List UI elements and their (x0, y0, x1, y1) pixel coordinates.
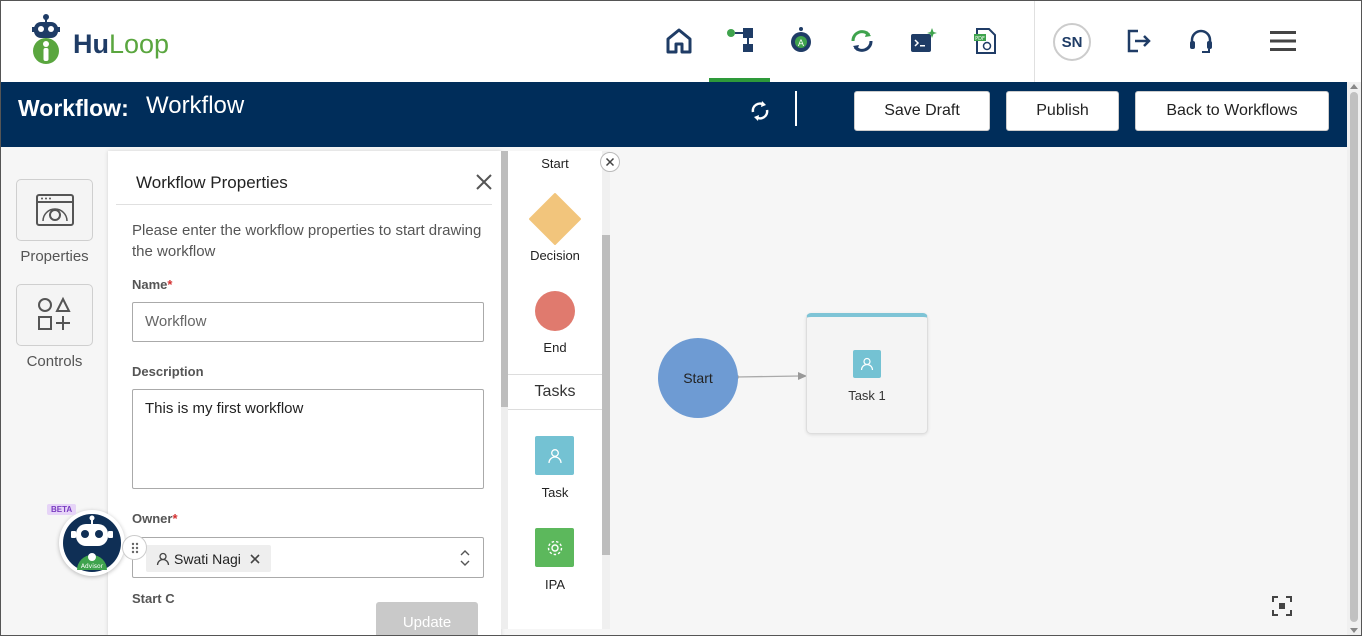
owner-field-label: Owner* (132, 511, 178, 526)
update-button[interactable]: Update (376, 602, 478, 635)
ipa-shape-icon[interactable] (535, 528, 574, 567)
robot-logo-icon (32, 14, 60, 64)
task-node[interactable]: Task 1 (806, 313, 928, 434)
refresh-icon[interactable] (747, 98, 773, 124)
scroll-down-arrow-icon[interactable] (1350, 628, 1358, 633)
drag-handle[interactable] (122, 535, 147, 560)
palette-ipa-label: IPA (545, 577, 565, 592)
nav-divider (1034, 1, 1035, 82)
close-icon[interactable] (474, 172, 494, 192)
properties-scrollbar-thumb[interactable] (501, 151, 508, 407)
controls-tool-label: Controls (26, 353, 83, 370)
support-headset-icon[interactable] (1183, 23, 1219, 59)
script-icon[interactable] (905, 23, 941, 59)
decision-shape-icon[interactable] (528, 192, 582, 246)
gear-icon (547, 540, 562, 555)
palette-close-button[interactable] (600, 152, 620, 172)
save-draft-button[interactable]: Save Draft (854, 91, 990, 131)
user-icon (547, 448, 562, 463)
top-nav: HuLoop A PDF SN (1, 1, 1361, 82)
page-title-label: Workflow: (18, 95, 129, 121)
back-to-workflows-button[interactable]: Back to Workflows (1135, 91, 1329, 131)
panel-title: Workflow Properties (136, 173, 288, 192)
app-frame: HuLoop A PDF SN Workflow: Workflow Save … (0, 0, 1362, 636)
palette-separator (508, 409, 602, 410)
workflow-properties-panel: Workflow Properties Please enter the wor… (108, 151, 501, 635)
scroll-up-arrow-icon[interactable] (1350, 84, 1358, 89)
owner-name: Swati Nagi (174, 550, 241, 567)
panel-separator (116, 204, 492, 205)
task-node-label: Task 1 (848, 388, 886, 403)
advisor-robot-icon: Advisor (63, 514, 121, 572)
name-field-label: Name* (132, 277, 173, 292)
start-node[interactable]: Start (658, 338, 738, 418)
properties-window-icon (35, 194, 74, 226)
close-icon (605, 157, 615, 167)
workflow-header-bar: Workflow: Workflow Save Draft Publish Ba… (1, 82, 1347, 147)
description-field-label: Description (132, 364, 204, 379)
header-divider (795, 91, 797, 126)
huloop-logo[interactable]: HuLoop (29, 13, 179, 69)
drag-dots-icon (131, 542, 138, 553)
svg-text:A: A (798, 39, 805, 49)
svg-text:Advisor: Advisor (81, 563, 104, 570)
owner-select[interactable]: Swati Nagi (132, 537, 484, 578)
beta-badge: BETA (47, 504, 77, 515)
connector-arrow[interactable] (734, 367, 814, 387)
properties-scrollbar[interactable] (501, 151, 508, 629)
properties-tool-button[interactable] (16, 179, 93, 241)
automation-gear-icon[interactable]: A (783, 23, 819, 59)
description-textarea[interactable]: This is my first workflow (132, 389, 484, 489)
sync-cycle-icon[interactable] (844, 23, 880, 59)
workflow-name-title: Workflow (146, 92, 245, 119)
home-icon[interactable] (661, 23, 697, 59)
page-scrollbar[interactable] (1347, 82, 1361, 635)
palette-decision-label: Decision (530, 248, 580, 263)
advisor-bot[interactable]: Advisor (59, 510, 125, 576)
select-chevron-icon[interactable] (459, 548, 471, 568)
palette-start-label: Start (541, 156, 569, 171)
pdf-settings-icon[interactable]: PDF (967, 23, 1003, 59)
palette-separator (508, 374, 602, 375)
controls-tool-button[interactable] (16, 284, 93, 346)
start-condition-label: Start C (132, 591, 175, 606)
workflow-icon[interactable] (722, 23, 758, 59)
remove-owner-icon[interactable] (249, 553, 261, 565)
logout-icon[interactable] (1121, 23, 1157, 59)
palette-end-label: End (543, 340, 567, 355)
end-shape-icon[interactable] (535, 291, 575, 331)
panel-intro-text: Please enter the workflow properties to … (132, 222, 482, 260)
palette-task-label: Task (541, 485, 569, 500)
user-icon (156, 552, 170, 565)
task-shape-icon[interactable] (535, 436, 574, 475)
name-input[interactable]: Workflow (132, 302, 484, 342)
page-scrollbar-thumb[interactable] (1350, 92, 1358, 622)
palette-scrollbar[interactable] (602, 151, 610, 629)
palette-scrollbar-thumb[interactable] (602, 235, 610, 555)
svg-text:PDF: PDF (975, 36, 985, 42)
hamburger-menu-icon[interactable] (1265, 23, 1301, 59)
logo-text: HuLoop (73, 29, 170, 59)
user-avatar[interactable]: SN (1053, 23, 1091, 61)
tasks-section-title: Tasks (534, 383, 576, 400)
shapes-palette: Start Decision End Tasks Task IPA (508, 151, 602, 629)
fit-to-screen-icon[interactable] (1272, 596, 1292, 616)
owner-chip: Swati Nagi (146, 545, 271, 572)
shapes-icon (37, 296, 71, 330)
publish-button[interactable]: Publish (1006, 91, 1119, 131)
task-user-icon (853, 350, 881, 378)
properties-tool-label: Properties (20, 248, 89, 265)
